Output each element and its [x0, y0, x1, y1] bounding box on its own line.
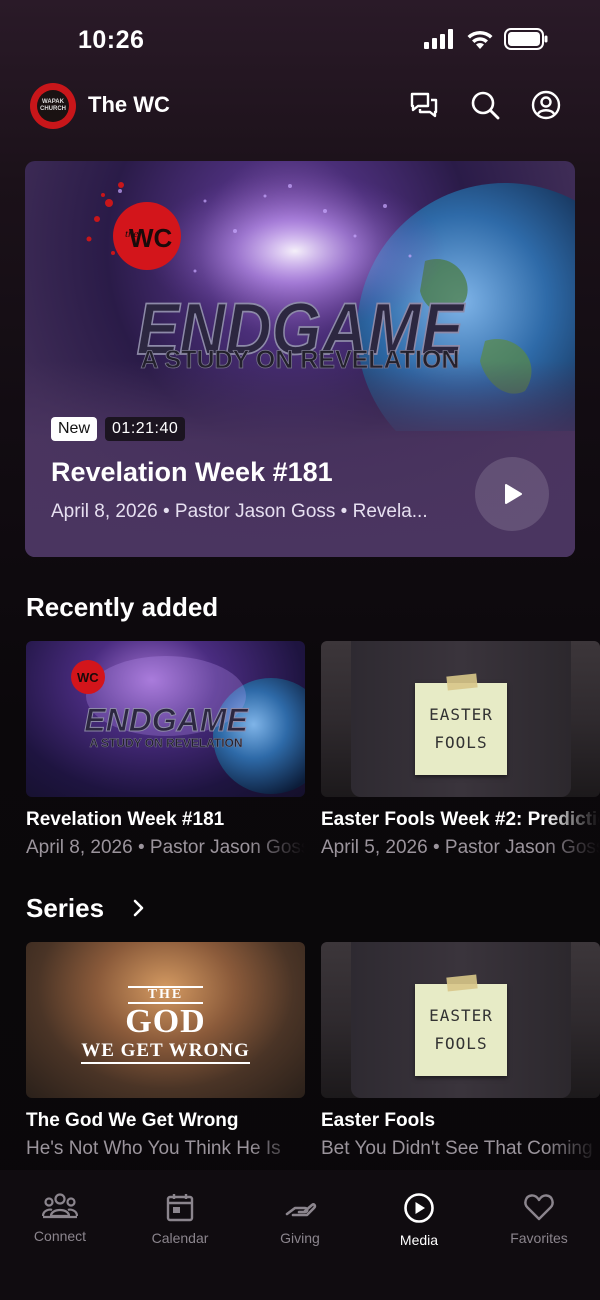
church-logo[interactable]: WAPAK CHURCH — [30, 83, 76, 129]
hero-meta: April 8, 2026 • Pastor Jason Goss • Reve… — [51, 501, 428, 522]
media-screen: 10:26 WAPAK CHURCH The WC the WC ENDGAME… — [0, 0, 600, 1300]
tab-calendar[interactable]: Calendar — [120, 1192, 240, 1246]
series-thumbnail: THE GOD WE GET WRONG — [26, 942, 305, 1098]
media-card-title: Revelation Week #181 — [26, 809, 225, 830]
series-card-title: The God We Get Wrong — [26, 1110, 239, 1131]
app-header: WAPAK CHURCH The WC — [0, 80, 600, 132]
note-line-2: FOOLS — [434, 733, 488, 752]
status-time: 10:26 — [78, 26, 145, 54]
battery-icon — [504, 28, 548, 50]
new-badge: New — [51, 417, 98, 441]
media-card-title: Easter Fools Week #2: Prediction — [321, 809, 600, 830]
sticky-note: EASTER FOOLS — [415, 683, 507, 775]
play-button[interactable] — [475, 457, 549, 531]
media-card-subtitle: April 8, 2026 • Pastor Jason Goss — [26, 837, 305, 858]
status-bar: 10:26 — [0, 0, 600, 80]
heart-icon — [524, 1194, 554, 1221]
card-art-subtitle: A STUDY ON REVELATION — [89, 736, 242, 750]
note-line-1: EASTER — [429, 1006, 493, 1025]
media-thumbnail: WC ENDGAME A STUDY ON REVELATION — [26, 641, 305, 797]
series-row[interactable]: THE GOD WE GET WRONG The God We Get Wron… — [0, 942, 600, 1172]
hero-badges: New 01:21:40 — [51, 417, 186, 441]
calendar-icon — [166, 1194, 194, 1222]
card-art-title: ENDGAME — [84, 702, 249, 738]
signal-icon — [424, 29, 456, 49]
hero-title: Revelation Week #181 — [51, 457, 333, 487]
recently-added-heading: Recently added — [26, 592, 219, 622]
chevron-right-icon[interactable] — [130, 897, 148, 924]
logo-text: WAPAK CHURCH — [37, 90, 69, 122]
profile-icon[interactable] — [529, 88, 563, 122]
series-card[interactable]: THE GOD WE GET WRONG The God We Get Wron… — [26, 942, 305, 1160]
giving-hand-icon — [285, 1203, 317, 1217]
series-card-title: Easter Fools — [321, 1110, 436, 1131]
tab-giving[interactable]: Giving — [240, 1192, 360, 1246]
note-line-1: EASTER — [429, 705, 493, 724]
tab-bar: Connect Calendar Giving Media Favorites — [0, 1170, 600, 1300]
people-icon — [42, 1193, 78, 1219]
series-card-subtitle: Bet You Didn't See That Coming — [321, 1138, 593, 1159]
art-god: GOD — [125, 1003, 206, 1040]
series-thumbnail: EASTER FOOLS — [321, 942, 600, 1098]
media-card[interactable]: EASTER FOOLS Easter Fools Week #2: Predi… — [321, 641, 600, 859]
note-line-2: FOOLS — [434, 1034, 488, 1053]
play-icon — [505, 484, 522, 504]
app-title: The WC — [88, 92, 170, 117]
tab-label: Calendar — [151, 1230, 209, 1246]
media-card-subtitle: April 5, 2026 • Pastor Jason Goss — [321, 837, 600, 858]
media-card[interactable]: WC ENDGAME A STUDY ON REVELATION Revelat… — [26, 641, 305, 859]
wifi-icon — [466, 28, 494, 50]
duration-badge: 01:21:40 — [105, 417, 186, 441]
tab-connect[interactable]: Connect — [0, 1192, 120, 1244]
tab-label: Connect — [33, 1228, 87, 1244]
tab-media[interactable]: Media — [359, 1192, 479, 1248]
card-art-logo: WC — [77, 670, 99, 685]
media-thumbnail: EASTER FOOLS — [321, 641, 600, 797]
series-card[interactable]: EASTER FOOLS Easter Fools Bet You Didn't… — [321, 942, 600, 1160]
sticky-note: EASTER FOOLS — [415, 984, 507, 1076]
tab-label: Media — [399, 1232, 439, 1248]
art-the: THE — [127, 986, 204, 1004]
status-icons — [424, 28, 548, 50]
art-sub: WE GET WRONG — [81, 1040, 250, 1064]
tab-favorites[interactable]: Favorites — [479, 1192, 599, 1246]
play-circle-icon — [404, 1193, 434, 1223]
recently-added-row[interactable]: WC ENDGAME A STUDY ON REVELATION Revelat… — [0, 641, 600, 871]
series-heading[interactable]: Series — [26, 893, 104, 924]
series-card-subtitle: He's Not Who You Think He Is — [26, 1138, 281, 1159]
tab-label: Favorites — [510, 1230, 568, 1246]
chat-icon[interactable] — [407, 88, 441, 122]
hero-art-logo: WC — [129, 223, 173, 253]
featured-hero-card[interactable]: the WC ENDGAME A STUDY ON REVELATION New… — [25, 161, 575, 557]
tab-label: Giving — [280, 1230, 320, 1246]
search-icon[interactable] — [468, 88, 502, 122]
